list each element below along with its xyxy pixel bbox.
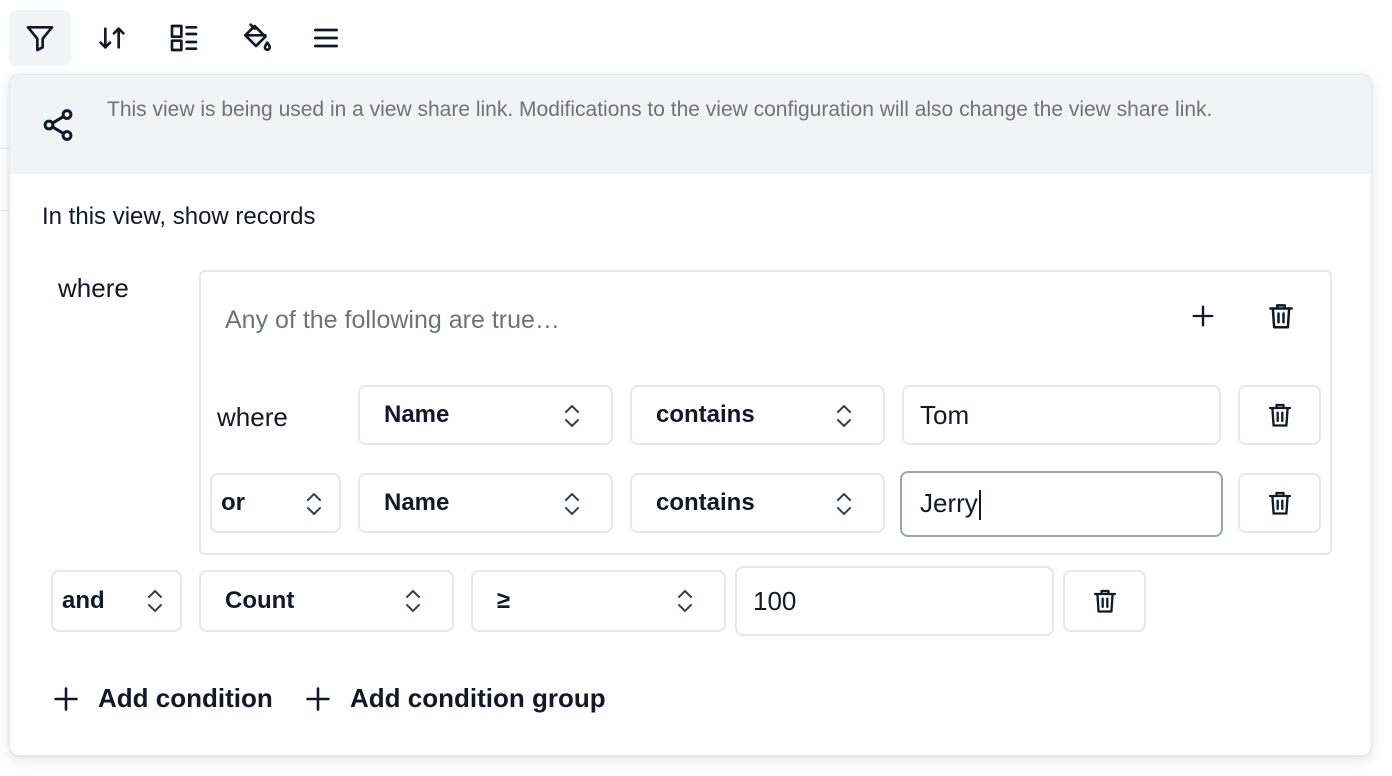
chevron-updown-icon: [144, 588, 166, 614]
filter-icon: [26, 26, 54, 52]
value-input[interactable]: Tom: [902, 385, 1221, 445]
chevron-updown-icon: [833, 403, 855, 429]
operator-select[interactable]: contains: [630, 385, 885, 445]
plus-icon: [54, 686, 78, 711]
operator-select[interactable]: contains: [630, 473, 885, 533]
trash-icon: [1268, 491, 1291, 515]
add-condition-label: Add condition: [98, 683, 273, 713]
filter-intro: In this view, show records: [42, 203, 316, 230]
conjunction-select-value: or: [221, 489, 245, 516]
value-input-text: Jerry: [920, 487, 978, 518]
conjunction-select[interactable]: and: [51, 570, 182, 632]
delete-group-button[interactable]: [1259, 294, 1303, 338]
group-icon: [170, 24, 198, 52]
share-banner-text: This view is being used in a view share …: [107, 98, 1213, 121]
field-select-value: Count: [225, 587, 295, 614]
delete-condition-button[interactable]: [1238, 385, 1321, 445]
field-select-value: Name: [384, 489, 450, 516]
operator-select-value: contains: [656, 401, 755, 428]
share-icon: [40, 107, 76, 143]
value-input[interactable]: Jerry: [900, 471, 1223, 537]
condition-group: Any of the following are true… where Nam…: [199, 270, 1332, 555]
chevron-updown-icon: [833, 491, 855, 517]
filter-popover: This view is being used in a view share …: [9, 74, 1372, 756]
operator-select-value: contains: [656, 489, 755, 516]
field-select[interactable]: Name: [358, 473, 613, 533]
delete-condition-button[interactable]: [1238, 473, 1321, 533]
delete-condition-button[interactable]: [1063, 570, 1146, 632]
condition-conjunction: where: [217, 402, 288, 432]
operator-select[interactable]: ≥: [471, 570, 726, 632]
sort-button[interactable]: [81, 10, 143, 66]
filter-button[interactable]: [9, 10, 71, 66]
field-select[interactable]: Name: [358, 385, 613, 445]
operator-select-value: ≥: [497, 587, 511, 614]
paint-bucket-icon: [244, 23, 272, 52]
plus-icon: [306, 686, 330, 711]
trash-icon: [1268, 403, 1291, 427]
row-height-button[interactable]: [295, 10, 357, 66]
color-button[interactable]: [225, 10, 287, 66]
add-to-group-button[interactable]: [1181, 294, 1225, 338]
sort-icon: [99, 27, 125, 49]
value-input-text: 100: [753, 585, 797, 616]
chevron-updown-icon: [561, 491, 583, 517]
menu-icon: [314, 28, 338, 48]
chevron-updown-icon: [561, 403, 583, 429]
chevron-updown-icon: [303, 491, 325, 517]
plus-icon: [1192, 305, 1214, 327]
conjunction-select-value: and: [62, 587, 105, 614]
trash-icon: [1093, 589, 1116, 613]
group-button[interactable]: [153, 10, 215, 66]
where-label: where: [58, 273, 129, 303]
trash-icon: [1269, 304, 1293, 329]
add-condition-group-button[interactable]: Add condition group: [304, 683, 606, 714]
text-caret: [978, 490, 981, 521]
value-input-text: Tom: [920, 399, 970, 430]
add-condition-group-label: Add condition group: [350, 683, 606, 713]
add-condition-button[interactable]: Add condition: [52, 683, 273, 714]
chevron-updown-icon: [402, 588, 424, 614]
share-link-banner: This view is being used in a view share …: [10, 75, 1371, 174]
condition-group-label: Any of the following are true…: [225, 306, 560, 334]
value-input[interactable]: 100: [735, 566, 1054, 636]
field-select-value: Name: [384, 401, 450, 428]
field-select[interactable]: Count: [199, 570, 454, 632]
chevron-updown-icon: [674, 588, 696, 614]
conjunction-select[interactable]: or: [210, 473, 341, 533]
view-toolbar: [0, 0, 1392, 72]
